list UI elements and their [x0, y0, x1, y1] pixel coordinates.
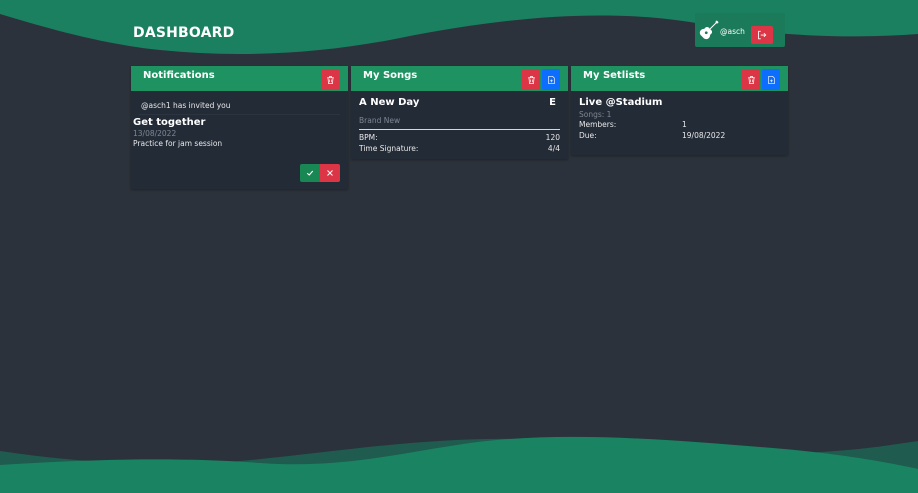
members-label: Members:	[579, 120, 617, 129]
page-title: DASHBOARD	[133, 25, 235, 41]
add-file-icon	[767, 75, 775, 84]
invite-text: @asch1 has invited you	[141, 101, 231, 110]
logout-button[interactable]	[751, 26, 773, 44]
song-bpm-row: BPM: 120	[359, 132, 560, 143]
time-signature-value: 4/4	[547, 144, 560, 153]
bpm-value: 120	[545, 133, 560, 142]
songs-body: A New Day E Brand New BPM: 120 Time Sign…	[351, 91, 568, 162]
song-time-signature-row: Time Signature: 4/4	[359, 143, 560, 154]
trash-icon	[326, 75, 334, 84]
delete-setlists-button[interactable]	[742, 69, 760, 90]
notifications-header: Notifications	[131, 66, 348, 91]
songs-card: My Songs A New Day E Brand New BPM: 120 …	[351, 66, 568, 159]
invitation-title: Get together	[133, 117, 206, 128]
due-value: 19/08/2022	[682, 131, 726, 140]
decline-invitation-button[interactable]	[320, 164, 340, 182]
setlist-members-row: Members: 1	[579, 119, 780, 130]
invitation-description: Practice for jam session	[133, 139, 223, 148]
due-label: Due:	[579, 131, 597, 140]
members-value: 1	[682, 120, 687, 129]
divider	[359, 129, 560, 130]
setlist-due-row: Due: 19/08/2022	[579, 130, 780, 141]
logout-icon	[758, 30, 767, 40]
delete-songs-button[interactable]	[522, 69, 540, 90]
setlist-songs-count: Songs: 1	[579, 110, 612, 119]
time-signature-label: Time Signature:	[359, 144, 419, 153]
add-song-button[interactable]	[542, 69, 560, 90]
divider	[139, 114, 340, 115]
bottom-wave-decoration	[0, 436, 918, 493]
invitation-actions	[139, 164, 340, 182]
bpm-label: BPM:	[359, 133, 378, 142]
notifications-title: Notifications	[143, 70, 215, 81]
x-icon	[327, 170, 333, 176]
check-icon	[306, 170, 314, 176]
notifications-body: @asch1 has invited you Get together 13/0…	[131, 91, 348, 190]
songs-header: My Songs	[351, 66, 568, 91]
accept-invitation-button[interactable]	[300, 164, 320, 182]
setlist-title[interactable]: Live @Stadium	[579, 97, 780, 108]
setlists-header: My Setlists	[571, 66, 788, 91]
username-label: @asch	[720, 26, 745, 36]
setlists-title: My Setlists	[583, 70, 646, 81]
song-title: A New Day	[359, 97, 420, 108]
invitation-date: 13/08/2022	[133, 129, 177, 138]
notifications-card: Notifications @asch1 has invited you Get…	[131, 66, 348, 189]
songs-title: My Songs	[363, 70, 418, 81]
guitar-icon	[699, 20, 719, 40]
setlists-card: My Setlists Live @Stadium Songs: 1 Membe…	[571, 66, 788, 155]
trash-icon	[747, 75, 755, 84]
setlists-body: Live @Stadium Songs: 1 Members: 1 Due: 1…	[571, 91, 788, 149]
add-file-icon	[547, 75, 555, 84]
song-subtitle: Brand New	[359, 116, 401, 125]
delete-notifications-button[interactable]	[321, 69, 339, 90]
user-box: @asch	[695, 13, 785, 47]
trash-icon	[527, 75, 535, 84]
add-setlist-button[interactable]	[762, 69, 780, 90]
song-key: E	[549, 97, 556, 108]
song-row-header[interactable]: A New Day E	[359, 97, 560, 108]
